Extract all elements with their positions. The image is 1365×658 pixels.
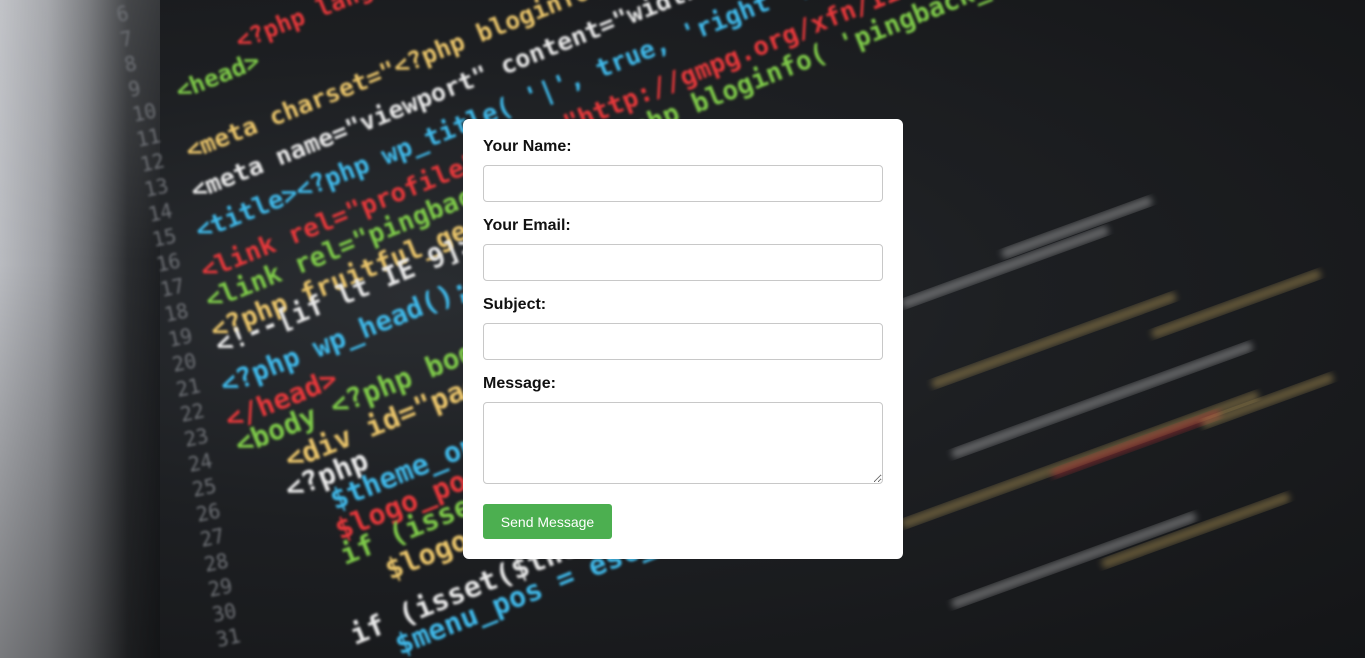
message-textarea[interactable] [483, 402, 883, 484]
line-number: 22 [178, 398, 207, 426]
line-number: 17 [158, 273, 187, 301]
line-number: 13 [142, 173, 171, 201]
blurred-code-streak [1201, 373, 1334, 428]
line-number: 12 [138, 148, 167, 176]
line-number: 18 [162, 298, 191, 326]
blurred-code-streak [901, 226, 1109, 308]
line-number: 26 [194, 498, 223, 526]
line-number: 27 [198, 523, 227, 551]
line-number: 6 [114, 1, 131, 27]
line-number: 15 [150, 223, 179, 251]
code-line: <head> [171, 46, 264, 106]
line-number: 23 [182, 423, 211, 451]
blurred-code-streak [1051, 409, 1222, 478]
name-label: Your Name: [483, 138, 572, 155]
line-number: 31 [214, 623, 243, 651]
line-number: 24 [186, 448, 215, 476]
line-number: 25 [190, 473, 219, 501]
line-number: 21 [174, 373, 203, 401]
contact-form: Your Name: Your Email: Subject: Message:… [463, 119, 903, 559]
blurred-code-streak [1001, 196, 1153, 258]
blurred-code-streak [951, 512, 1197, 608]
subject-input[interactable] [483, 323, 883, 360]
line-number: 11 [134, 123, 163, 151]
blurred-code-streak [1151, 269, 1322, 338]
line-number: 28 [202, 548, 231, 576]
line-number: 14 [146, 198, 175, 226]
send-message-button[interactable]: Send Message [483, 504, 612, 539]
subject-label: Subject: [483, 296, 547, 313]
blurred-code-streak [1101, 493, 1290, 568]
name-input[interactable] [483, 165, 883, 202]
line-number: 7 [118, 26, 135, 52]
blurred-code-streak [931, 292, 1177, 388]
line-number: 16 [154, 248, 183, 276]
message-label: Message: [483, 375, 556, 392]
line-number: 10 [130, 98, 159, 126]
email-input[interactable] [483, 244, 883, 281]
line-number: 19 [166, 323, 195, 351]
email-label: Your Email: [483, 217, 571, 234]
line-number: 9 [126, 76, 143, 102]
line-number: 29 [206, 573, 235, 601]
line-number: 8 [122, 51, 139, 77]
line-number: 20 [170, 348, 199, 376]
line-number: 30 [210, 598, 239, 626]
